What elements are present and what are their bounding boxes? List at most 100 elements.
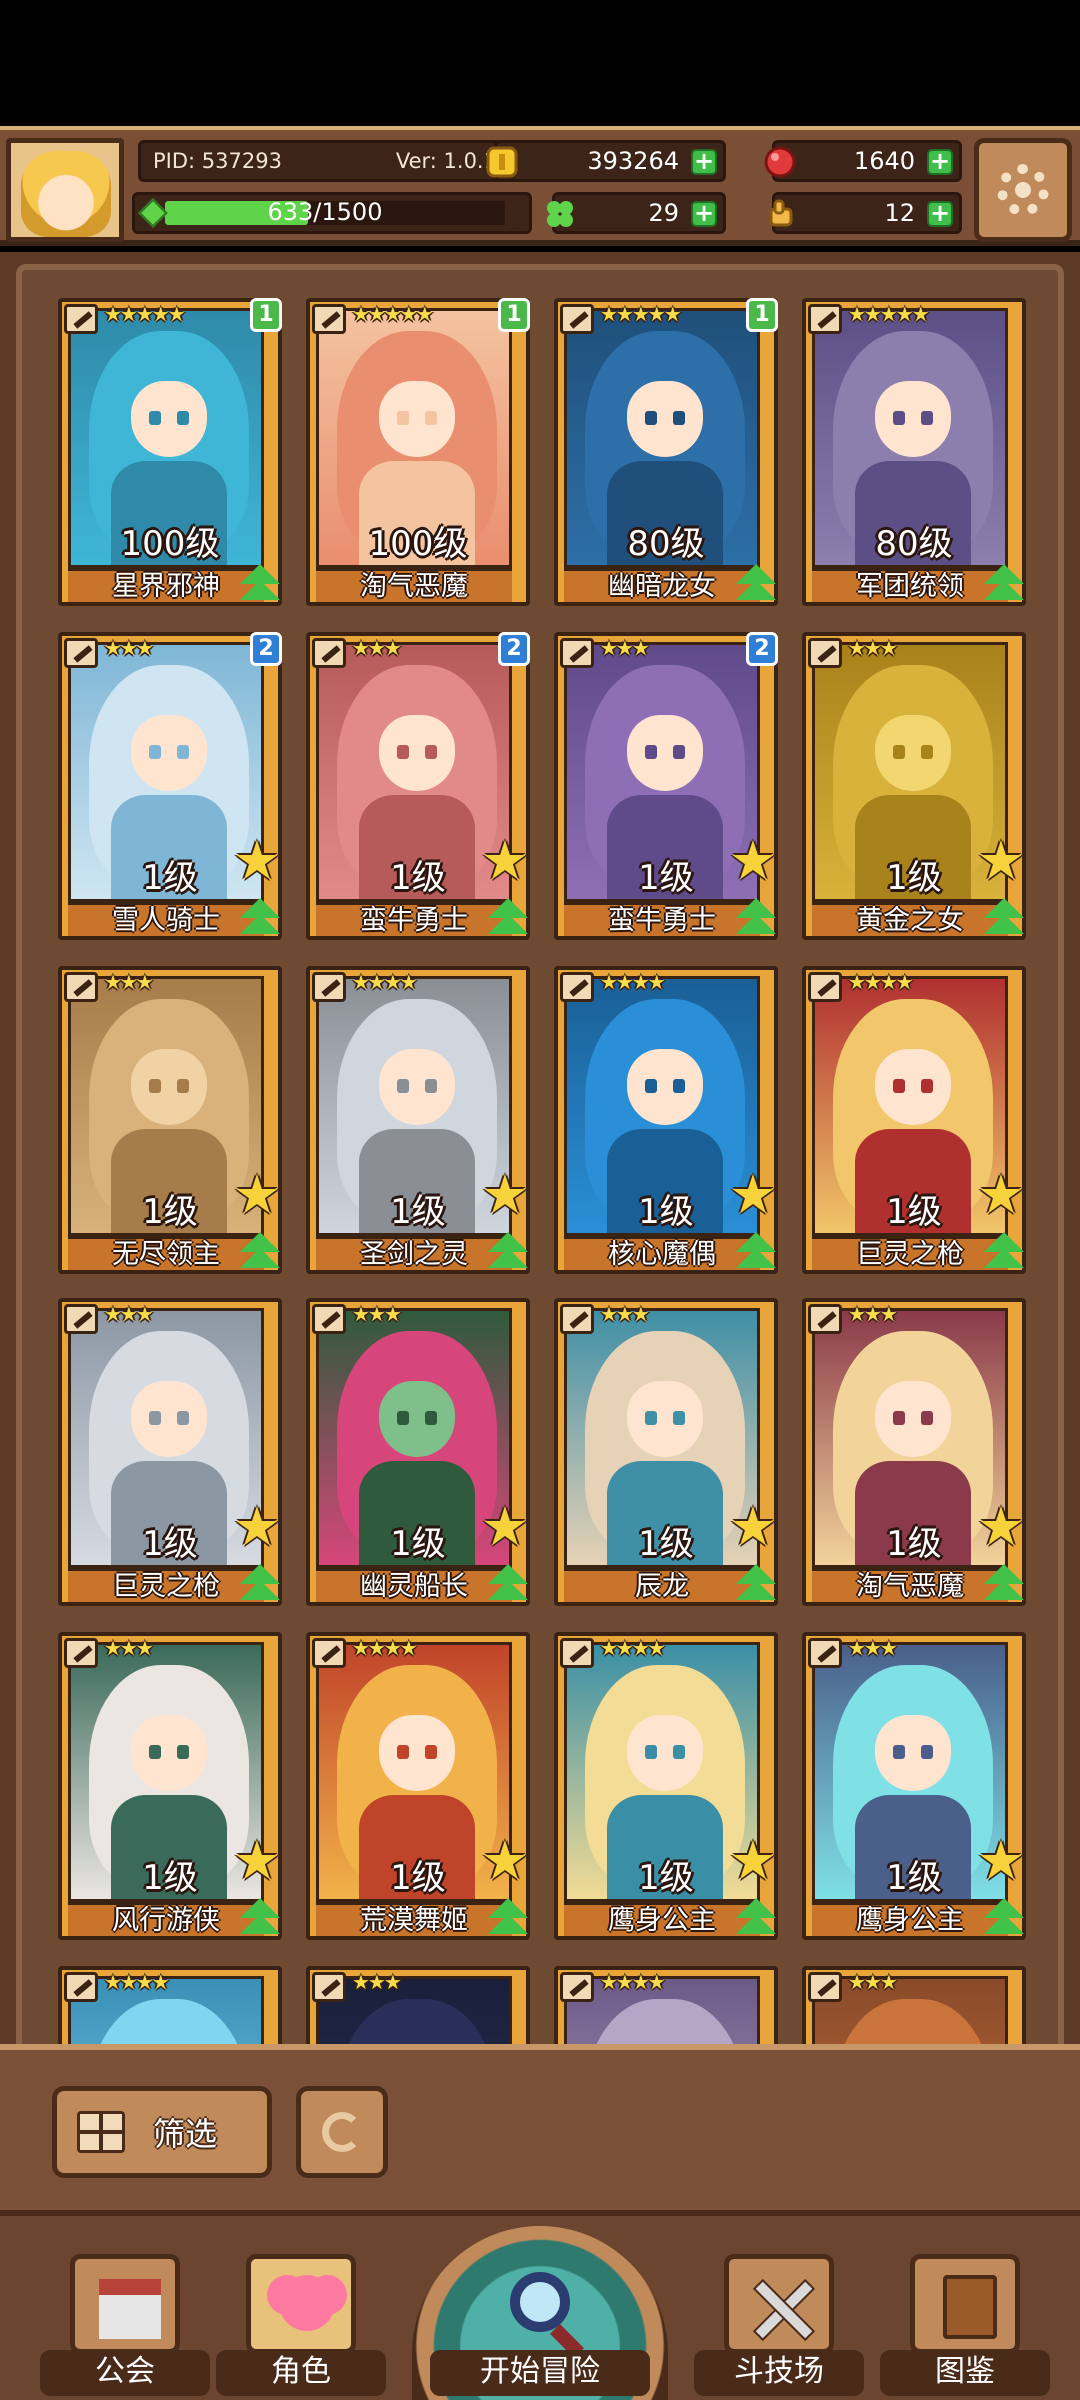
refresh-button[interactable] [296,2086,388,2178]
portrait-eye [177,745,189,759]
refresh-icon [322,2112,362,2152]
status-bar [0,0,1080,126]
star-rating: ★★★ [104,636,154,660]
gem-counter: 1640 + [764,140,962,182]
character-card[interactable]: ★★★ 2 1级 蛮牛勇士 ★ [554,632,778,940]
portrait-eye [425,1079,437,1093]
character-card[interactable]: ★★★★ 1级 鹰身公主 ★ [554,1632,778,1940]
portrait-face [379,1715,455,1791]
level-up-arrow-icon [240,898,280,936]
character-name: 军团统领 [812,568,1008,602]
level-up-arrow-icon [240,1564,280,1602]
star-rating: ★★★ [104,1302,154,1326]
character-card[interactable]: ★★★★ 1级 圣剑之灵 ★ [306,966,530,1274]
character-card[interactable]: ★★★★★ 1 100级 淘气恶魔 [306,298,530,606]
nav-codex[interactable]: 图鉴 [880,2254,1050,2396]
character-level: 80级 [875,524,953,564]
character-grid[interactable]: ★★★★★ 1 100级 星界邪神 ★★★★★ 1 100级 淘气恶魔 ★★★★★ 1 80级 幽暗龙… [58,298,1068,2274]
portrait-eye [425,1411,437,1425]
character-card[interactable]: ★★★★★ 1 100级 星界邪神 [58,298,282,606]
add-gold-button[interactable]: + [691,149,717,175]
settings-button[interactable] [974,138,1072,242]
portrait-eye [893,1411,905,1425]
portrait-eye [149,1079,161,1093]
star-upgrade-icon: ★ [480,829,530,892]
weapon-type-icon [560,1638,594,1668]
filter-button[interactable]: 筛选 [52,2086,272,2178]
star-rating: ★★★ [352,1302,402,1326]
codex-book-icon [943,2275,997,2339]
character-card[interactable]: ★★★★ 1级 荒漠舞姬 ★ [306,1632,530,1940]
filter-label: 筛选 [153,2115,218,2153]
player-avatar[interactable] [6,138,124,242]
character-card[interactable]: ★★★ 1级 幽灵船长 ★ [306,1298,530,1606]
weapon-type-icon [808,1304,842,1334]
star-rating: ★★★★ [848,970,914,994]
weapon-type-icon [808,972,842,1002]
character-card[interactable]: ★★★ 1级 巨灵之枪 ★ [58,1298,282,1606]
bottom-navigation: 公会 角色 开始冒险 斗技场 图鉴 [0,2216,1080,2400]
character-card[interactable]: ★★★★ 1级 巨灵之枪 ★ [802,966,1026,1274]
nav-guild[interactable]: 公会 [40,2254,210,2396]
character-card[interactable]: ★★★★★ 80级 军团统领 [802,298,1026,606]
filter-bar: 筛选 [0,2044,1080,2216]
character-card[interactable]: ★★★★★ 1 80级 幽暗龙女 [554,298,778,606]
portrait-eye [149,411,161,425]
character-card[interactable]: ★★★ 1级 黄金之女 ★ [802,632,1026,940]
star-rating: ★★★ [848,1302,898,1326]
portrait-eye [673,1745,685,1759]
character-level: 80级 [627,524,705,564]
character-name: 鹰身公主 [812,1902,1008,1936]
weapon-type-icon [312,304,346,334]
red-gem-icon [763,145,797,179]
character-card[interactable]: ★★★ 1级 鹰身公主 ★ [802,1632,1026,1940]
nav-character-label: 角色 [216,2350,386,2396]
weapon-type-icon [64,1638,98,1668]
gear-icon [997,164,1049,216]
portrait-face [627,1381,703,1457]
portrait-face [875,1049,951,1125]
portrait-eye [893,1079,905,1093]
player-id: PID: 537293 [153,149,282,173]
character-card[interactable]: ★★★ 1级 辰龙 ★ [554,1298,778,1606]
add-gem-button[interactable]: + [927,149,953,175]
portrait-eye [893,1745,905,1759]
weapon-type-icon [808,638,842,668]
character-card[interactable]: ★★★ 1级 风行游侠 ★ [58,1632,282,1940]
star-rating: ★★★ [352,636,402,660]
portrait-eye [149,1745,161,1759]
clover-amount: 29 [648,199,679,227]
character-card[interactable]: ★★★ 2 1级 蛮牛勇士 ★ [306,632,530,940]
portrait-face [131,715,207,791]
nav-start-adventure[interactable]: 开始冒险 [412,2216,668,2400]
level-up-arrow-icon [984,1232,1024,1270]
portrait-face [131,1381,207,1457]
character-list-panel: ★★★★★ 1 100级 星界邪神 ★★★★★ 1 100级 淘气恶魔 ★★★★★ 1 80级 幽暗龙… [0,252,1080,2274]
character-card[interactable]: ★★★★ 1级 核心魔偶 ★ [554,966,778,1274]
weapon-type-icon [312,1638,346,1668]
add-clover-button[interactable]: + [691,201,717,227]
star-rating: ★★★★★ [600,302,682,326]
star-upgrade-icon: ★ [728,1495,778,1558]
character-name: 鹰身公主 [564,1902,760,1936]
level-up-arrow-icon [736,1898,776,1936]
arena-icon-box [724,2254,834,2354]
nav-character[interactable]: 角色 [216,2254,386,2396]
hud-row-bottom: 633/1500 29 + 12 + [132,192,962,238]
character-card[interactable]: ★★★ 2 1级 雪人骑士 ★ [58,632,282,940]
character-card[interactable]: ★★★ 1级 淘气恶魔 ★ [802,1298,1026,1606]
nav-arena[interactable]: 斗技场 [694,2254,864,2396]
weapon-type-icon [64,972,98,1002]
star-rating: ★★★★ [352,1636,418,1660]
weapon-type-icon [64,1972,98,2002]
star-rating: ★★★ [104,970,154,994]
portrait-eye [673,1079,685,1093]
portrait-eye [149,745,161,759]
level-up-arrow-icon [736,1232,776,1270]
character-name: 幽灵船长 [316,1568,512,1602]
portrait-eye [425,411,437,425]
gold-counter: 393264 + [486,140,726,182]
character-card[interactable]: ★★★ 1级 无尽领主 ★ [58,966,282,1274]
add-hand-button[interactable]: + [927,201,953,227]
exp-text: 633/1500 [267,198,383,226]
